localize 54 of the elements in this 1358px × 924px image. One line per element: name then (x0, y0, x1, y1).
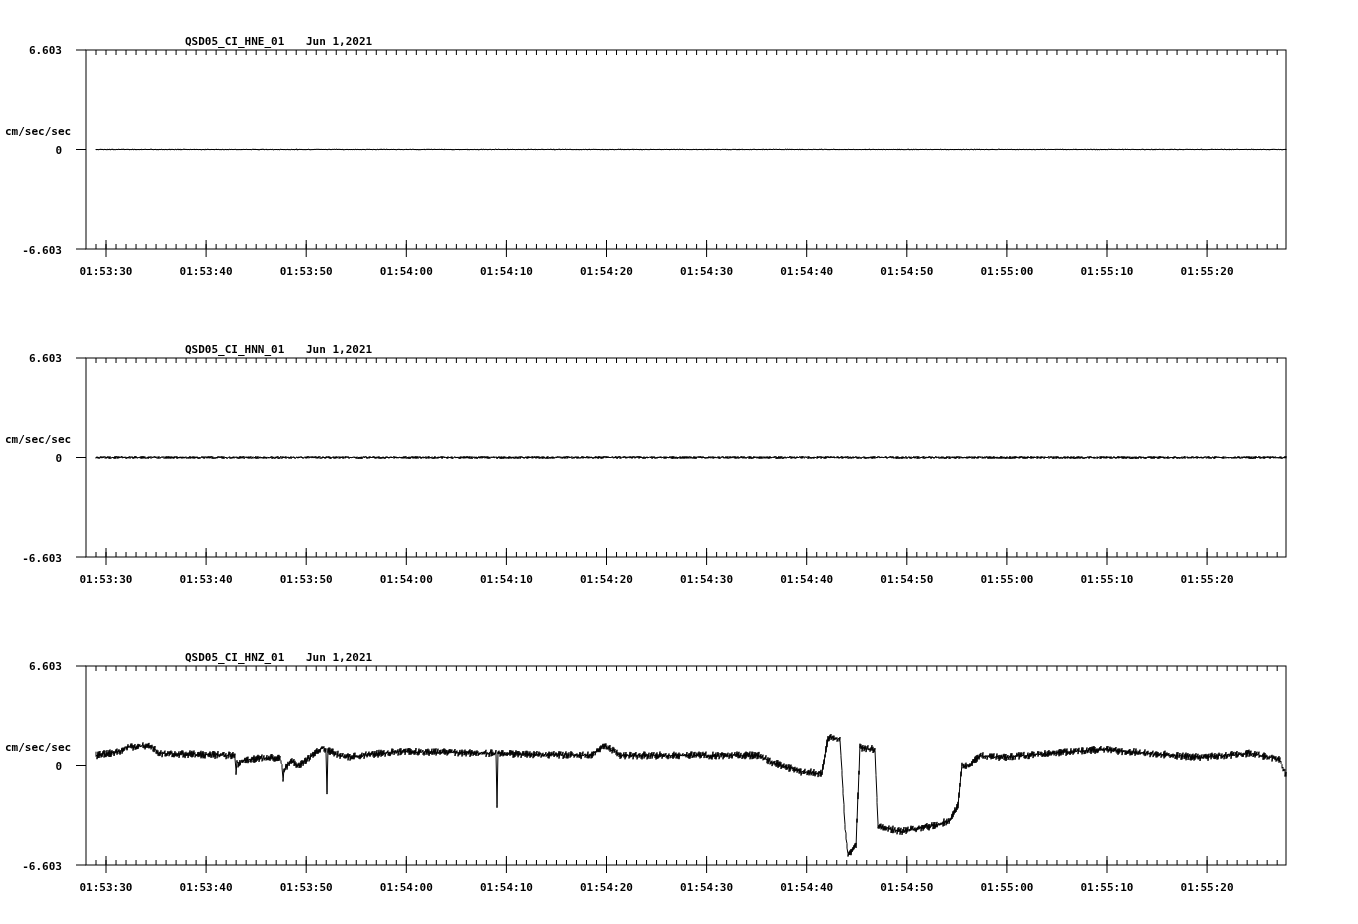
x-axis-label: 01:54:00 (379, 881, 433, 894)
station-title: QSD05_CI_HNE_01 (185, 35, 285, 48)
y-axis-label: 6.603 (28, 352, 62, 365)
x-axis-label: 01:54:40 (780, 265, 834, 278)
x-axis-label: 01:55:00 (980, 573, 1034, 586)
x-axis-label: 01:54:00 (379, 265, 433, 278)
x-axis-label: 01:53:50 (279, 881, 333, 894)
y-axis-label: -6.603 (22, 244, 62, 257)
date-label: Jun 1,2021 (306, 651, 373, 664)
x-axis-label: 01:54:30 (680, 881, 734, 894)
x-axis-label: 01:55:00 (980, 265, 1034, 278)
x-axis-label: 01:54:40 (780, 573, 834, 586)
x-axis-label: 01:54:20 (580, 265, 633, 278)
x-axis-label: 01:54:40 (780, 881, 834, 894)
y-axis-label: 6.603 (28, 660, 62, 673)
date-label: Jun 1,2021 (306, 35, 373, 48)
y-axis-label: 0 (55, 144, 62, 157)
x-axis-label: 01:54:20 (580, 881, 633, 894)
x-axis-label: 01:54:00 (379, 573, 433, 586)
x-axis-label: 01:54:50 (880, 881, 934, 894)
y-axis-label: 6.603 (28, 44, 62, 57)
y-axis-label: -6.603 (22, 860, 62, 873)
x-axis-label: 01:54:30 (680, 265, 734, 278)
x-axis-label: 01:53:30 (79, 573, 133, 586)
x-axis-label: 01:53:40 (179, 573, 233, 586)
x-axis-label: 01:53:40 (179, 265, 233, 278)
y-axis-label: -6.603 (22, 552, 62, 565)
x-axis-label: 01:55:00 (980, 881, 1034, 894)
x-axis-label: 01:54:20 (580, 573, 633, 586)
x-axis-label: 01:55:10 (1080, 881, 1134, 894)
unit-label: cm/sec/sec (5, 741, 72, 754)
x-axis-label: 01:53:50 (279, 265, 333, 278)
y-axis-label: 0 (55, 452, 62, 465)
x-axis-label: 01:53:40 (179, 881, 233, 894)
x-axis-label: 01:54:10 (479, 881, 533, 894)
x-axis-label: 01:55:10 (1080, 265, 1134, 278)
x-axis-label: 01:54:10 (479, 573, 533, 586)
x-axis-label: 01:54:50 (880, 265, 934, 278)
date-label: Jun 1,2021 (306, 343, 373, 356)
x-axis-label: 01:54:10 (479, 265, 533, 278)
station-title: QSD05_CI_HNN_01 (185, 343, 285, 356)
x-axis-label: 01:54:30 (680, 573, 734, 586)
x-axis-label: 01:55:20 (1180, 265, 1234, 278)
unit-label: cm/sec/sec (5, 125, 72, 138)
x-axis-label: 01:53:30 (79, 265, 133, 278)
unit-label: cm/sec/sec (5, 433, 72, 446)
x-axis-label: 01:55:20 (1180, 881, 1234, 894)
x-axis-label: 01:53:30 (79, 881, 133, 894)
x-axis-label: 01:54:50 (880, 573, 934, 586)
x-axis-label: 01:55:10 (1080, 573, 1134, 586)
x-axis-label: 01:55:20 (1180, 573, 1234, 586)
y-axis-label: 0 (55, 760, 62, 773)
station-title: QSD05_CI_HNZ_01 (185, 651, 285, 664)
x-axis-label: 01:53:50 (279, 573, 333, 586)
